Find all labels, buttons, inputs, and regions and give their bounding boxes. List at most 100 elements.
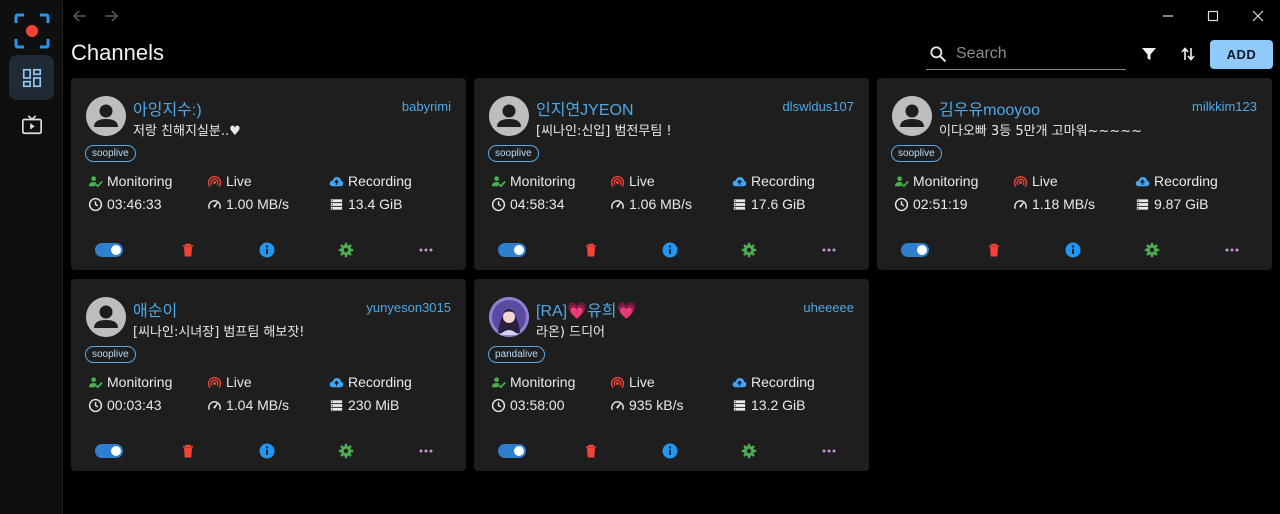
channel-card[interactable]: 김우유mooyoo milkkim123 이다오빠 3등 5만개 고마워~~~~~ s…	[877, 78, 1272, 270]
channel-name[interactable]: [RA]💗유희💗	[536, 297, 636, 321]
more-options-icon	[419, 248, 433, 252]
info-button[interactable]	[658, 240, 682, 260]
platform-badge: sooplive	[85, 145, 136, 162]
more-options-icon	[1225, 248, 1239, 252]
clock-icon	[491, 398, 506, 412]
sort-button[interactable]	[1177, 43, 1199, 65]
info-icon	[259, 242, 275, 258]
duration-stat: 00:03:43	[88, 396, 162, 414]
live-status: Live	[610, 373, 655, 391]
maximize-button[interactable]	[1203, 6, 1223, 26]
delete-icon	[586, 444, 596, 458]
delete-icon	[183, 444, 193, 458]
nav-live-tv-button[interactable]	[9, 102, 54, 147]
duration-stat: 02:51:19	[894, 195, 968, 213]
recording-status: Recording	[329, 172, 412, 190]
nav-dashboard-button[interactable]	[9, 55, 54, 100]
channel-name[interactable]: 아잉지수:)	[133, 96, 202, 120]
search-icon	[930, 45, 947, 62]
channel-card[interactable]: 아잉지수:) babyrimi 저랑 친해지실분..♥ sooplive Monitor…	[71, 78, 466, 270]
platform-badge: sooplive	[891, 145, 942, 162]
page-title: Channels	[71, 40, 164, 65]
filter-button[interactable]	[1138, 43, 1160, 65]
forward-arrow-icon[interactable]	[103, 8, 119, 24]
delete-button[interactable]	[176, 441, 200, 461]
channel-username[interactable]: dlswldus107	[782, 99, 854, 114]
clock-icon	[894, 197, 909, 211]
enable-toggle[interactable]	[95, 243, 123, 257]
size-value: 17.6 GiB	[751, 196, 806, 212]
settings-button[interactable]	[334, 441, 358, 461]
enable-toggle[interactable]	[901, 243, 929, 257]
close-window-button[interactable]	[1248, 6, 1268, 26]
record-target-icon[interactable]	[14, 13, 50, 49]
speedometer-icon	[208, 199, 221, 209]
toggle-knob	[111, 245, 121, 255]
more-options-button[interactable]	[414, 240, 438, 260]
speed-stat: 1.00 MB/s	[207, 195, 289, 213]
info-button[interactable]	[255, 240, 279, 260]
settings-button[interactable]	[334, 240, 358, 260]
enable-toggle[interactable]	[95, 444, 123, 458]
delete-button[interactable]	[982, 240, 1006, 260]
monitoring-label: Monitoring	[107, 374, 173, 390]
channel-name[interactable]: 김우유mooyoo	[939, 96, 1040, 120]
monitoring-icon	[491, 175, 506, 187]
settings-gear-icon	[741, 242, 757, 258]
channel-name[interactable]: 애순이	[133, 297, 177, 321]
channel-card[interactable]: 애순이 yunyeson3015 [씨나인:시녀장] 범프팀 해보잣! soopliv…	[71, 279, 466, 471]
delete-button[interactable]	[579, 240, 603, 260]
more-options-button[interactable]	[817, 441, 841, 461]
storage-icon	[733, 399, 746, 411]
back-arrow-icon[interactable]	[72, 8, 88, 24]
duration-value: 02:51:19	[913, 196, 968, 212]
add-channel-button[interactable]: ADD	[1210, 40, 1273, 69]
speed-stat: 1.04 MB/s	[207, 396, 289, 414]
more-options-button[interactable]	[817, 240, 841, 260]
enable-toggle[interactable]	[498, 444, 526, 458]
search-input[interactable]	[956, 44, 1116, 63]
platform-badge: pandalive	[488, 346, 545, 363]
channel-card[interactable]: [RA]💗유희💗 uheeeee 라온) 드디어 pandalive Monitorin…	[474, 279, 869, 471]
monitoring-status: Monitoring	[894, 172, 978, 190]
channel-name[interactable]: 인지연JYEON	[536, 96, 634, 120]
person-icon	[86, 96, 126, 136]
info-icon	[662, 242, 678, 258]
settings-button[interactable]	[737, 441, 761, 461]
more-options-icon	[822, 449, 836, 453]
channel-username[interactable]: uheeeee	[803, 300, 854, 315]
channel-username[interactable]: milkkim123	[1192, 99, 1257, 114]
size-stat: 230 MiB	[329, 396, 399, 414]
more-options-button[interactable]	[1220, 240, 1244, 260]
minimize-button[interactable]	[1158, 6, 1178, 26]
size-value: 230 MiB	[348, 397, 400, 413]
settings-button[interactable]	[1140, 240, 1164, 260]
search-box[interactable]	[926, 38, 1126, 70]
speed-value: 1.04 MB/s	[226, 397, 290, 413]
settings-button[interactable]	[737, 240, 761, 260]
monitoring-status: Monitoring	[88, 172, 172, 190]
cloud-upload-icon	[732, 176, 747, 186]
delete-button[interactable]	[579, 441, 603, 461]
info-icon	[1065, 242, 1081, 258]
channel-username[interactable]: babyrimi	[402, 99, 451, 114]
duration-value: 03:58:00	[510, 397, 565, 413]
monitoring-label: Monitoring	[107, 173, 173, 189]
delete-button[interactable]	[176, 240, 200, 260]
more-options-button[interactable]	[414, 441, 438, 461]
enable-toggle[interactable]	[498, 243, 526, 257]
channel-username[interactable]: yunyeson3015	[366, 300, 451, 315]
channel-card[interactable]: 인지연JYEON dlswldus107 [씨나인:신입] 범전무팀 ! soopli…	[474, 78, 869, 270]
recording-label: Recording	[1154, 173, 1218, 189]
info-button[interactable]	[1061, 240, 1085, 260]
info-button[interactable]	[658, 441, 682, 461]
clock-icon	[491, 197, 506, 211]
cloud-upload-icon	[732, 377, 747, 387]
person-icon	[892, 96, 932, 136]
stream-title: 이다오빠 3등 5만개 고마워~~~~~	[939, 124, 1143, 139]
recording-label: Recording	[751, 173, 815, 189]
speed-value: 1.00 MB/s	[226, 196, 290, 212]
speed-stat: 1.06 MB/s	[610, 195, 692, 213]
live-status: Live	[207, 172, 252, 190]
info-button[interactable]	[255, 441, 279, 461]
